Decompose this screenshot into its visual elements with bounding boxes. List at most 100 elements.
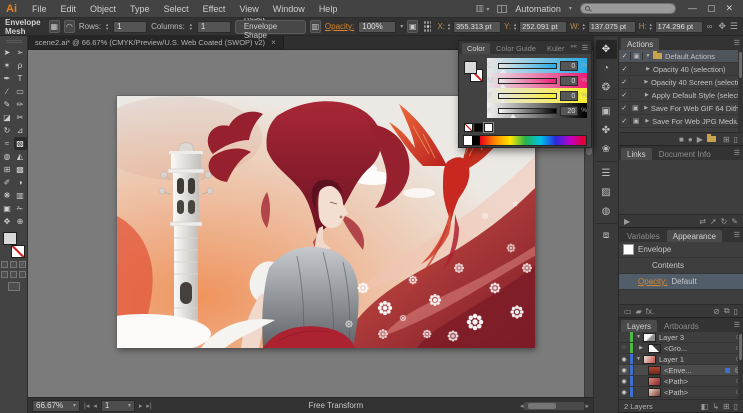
menu-effect[interactable]: Effect (196, 2, 233, 16)
menu-file[interactable]: File (25, 2, 54, 16)
relink-icon[interactable]: ⇄ (699, 217, 706, 226)
layers-scrollbar[interactable] (738, 332, 743, 399)
slider-handle[interactable] (510, 114, 516, 118)
delete-layer-icon[interactable]: ▯ (734, 402, 738, 411)
new-sublayer-icon[interactable]: ↳ (712, 402, 719, 411)
layer-name[interactable]: <Path> (664, 377, 732, 386)
scroll-left-icon[interactable]: ◂ (520, 402, 524, 410)
action-check-toggle[interactable]: ✓ (619, 104, 630, 112)
hand-tool[interactable]: ✥ (1, 215, 14, 228)
action-opacity-40-screen[interactable]: ✓ ▶ Opacity 40 Screen (selection) (619, 76, 743, 89)
tab-actions[interactable]: Actions (621, 38, 659, 50)
actions-menu-icon[interactable]: ☰ (734, 39, 740, 47)
play-action-icon[interactable]: ▶ (697, 135, 703, 144)
line-tool[interactable]: ∕ (1, 85, 14, 98)
edit-original-icon[interactable]: ✎ (731, 217, 738, 226)
visibility-eye-icon[interactable]: ◉ (619, 356, 630, 363)
scroll-right-icon[interactable]: ▸ (585, 402, 589, 410)
control-bar-menu-icon[interactable]: ☰ (730, 21, 738, 32)
color-panel-menu-icon[interactable]: ☰ (582, 44, 588, 52)
artboard-select[interactable]: 1▾ (101, 400, 135, 412)
tab-document-info[interactable]: Document Info (653, 148, 717, 160)
layer-name[interactable]: <Enve... (664, 366, 725, 375)
menu-edit[interactable]: Edit (54, 2, 84, 16)
opacity-link[interactable]: Opacity: (325, 22, 354, 31)
zoom-tool[interactable]: ⊕ (14, 215, 27, 228)
tab-variables[interactable]: Variables (621, 230, 666, 242)
tab-artboards[interactable]: Artboards (658, 320, 705, 332)
constrain-proportions-icon[interactable]: ∞ (707, 22, 713, 31)
action-save-web-jpg[interactable]: ✓ ▣ ▶ Save For Web JPG Medium (619, 115, 743, 128)
appearance-row-envelope[interactable]: Envelope (619, 242, 743, 258)
appearance-row-opacity[interactable]: Opacity: Default (619, 274, 743, 290)
last-artboard-button[interactable]: ▸| (146, 402, 151, 410)
workspace-caret-icon[interactable]: ▾ (569, 5, 572, 12)
search-input[interactable] (593, 4, 671, 13)
collapse-panel-icon[interactable]: «« (570, 44, 577, 50)
new-action-icon[interactable]: ⊞ (723, 135, 730, 144)
layer-expand-icon[interactable]: ▼ (634, 334, 643, 340)
action-expand-icon[interactable]: ▶ (642, 92, 652, 98)
action-expand-icon[interactable]: ▼ (643, 53, 653, 59)
slider-track[interactable] (498, 78, 557, 84)
type-tool[interactable]: T (14, 72, 27, 85)
magic-wand-tool[interactable]: ✶ (1, 59, 14, 72)
field-value[interactable]: 252.091 pt (519, 21, 567, 33)
layer-name[interactable]: Layer 3 (659, 333, 732, 342)
action-check-toggle[interactable]: ✓ (619, 65, 631, 73)
go-to-link-icon[interactable]: ➚ (710, 217, 717, 226)
appearance-menu-icon[interactable]: ☰ (734, 231, 740, 239)
draw-normal-button[interactable] (1, 271, 8, 278)
blend-tool[interactable]: ◑ (14, 176, 27, 189)
action-expand-icon[interactable]: ▶ (642, 79, 651, 85)
delete-item-icon[interactable]: ▯ (734, 307, 738, 316)
rotate-tool[interactable]: ↻ (1, 124, 14, 137)
links-empty-list[interactable] (619, 160, 743, 215)
action-check-toggle[interactable]: ✓ (619, 117, 631, 125)
menu-window[interactable]: Window (266, 2, 312, 16)
canvas-horizontal-scrollbar[interactable]: ◂ ▸ (520, 402, 589, 410)
duplicate-item-icon[interactable]: ⧉ (724, 306, 730, 316)
black-swatch[interactable] (474, 123, 483, 132)
new-effect-icon[interactable]: fx. (646, 307, 654, 316)
slider-handle[interactable] (500, 84, 506, 88)
field-value[interactable]: 355.313 pt (453, 21, 501, 33)
field-stepper[interactable]: ▲▼ (447, 23, 451, 31)
rows-input[interactable] (113, 21, 147, 33)
stroke-icon[interactable]: ☰ (596, 161, 617, 183)
layer-row-layer1[interactable]: ◉ ▼ Layer 1 ○ (619, 354, 743, 365)
none-swatch[interactable] (464, 123, 473, 132)
slider-handle[interactable] (500, 99, 506, 103)
update-link-icon[interactable]: ↻ (721, 217, 728, 226)
eyedropper-tool[interactable]: ✐ (1, 176, 14, 189)
field-value[interactable]: 137.075 pt (588, 21, 636, 33)
layers-menu-icon[interactable]: ☰ (734, 321, 740, 329)
action-apply-default-style[interactable]: ✓ ▶ Apply Default Style (selecti... (619, 89, 743, 102)
rows-stepper[interactable]: ▲▼ (105, 23, 109, 31)
color-fill-swatch[interactable] (464, 61, 477, 74)
close-button[interactable]: ✕ (725, 3, 733, 14)
new-stroke-icon[interactable]: ▭ (624, 307, 632, 316)
slider-track[interactable] (498, 93, 557, 99)
slider-track[interactable] (498, 108, 557, 114)
gradient-icon[interactable]: ▨ (596, 183, 617, 202)
action-expand-icon[interactable]: ▶ (643, 66, 653, 72)
tab-links[interactable]: Links (621, 148, 652, 160)
menu-select[interactable]: Select (157, 2, 196, 16)
first-artboard-button[interactable]: |◂ (84, 402, 89, 410)
screen-mode-button[interactable] (8, 282, 20, 291)
symbol-sprayer-tool[interactable]: ❋ (1, 189, 14, 202)
zoom-level-select[interactable]: 66.67%▾ (32, 400, 80, 412)
slider-handle[interactable] (500, 69, 506, 73)
color-guide-icon[interactable]: ◔ (596, 59, 617, 78)
layer-row-group[interactable]: ◌ ▶ <Gro... ○ (619, 343, 743, 354)
action-opacity-40[interactable]: ✓ ▶ Opacity 40 (selection) (619, 63, 743, 76)
symbol-sprayer-icon[interactable]: ✤ (596, 121, 617, 140)
layer-row-layer3[interactable]: ▼ Layer 3 ○ (619, 332, 743, 343)
layer-row-path1[interactable]: ◉ <Path> ○ (619, 376, 743, 387)
opacity-caret-icon[interactable]: ▾ (400, 23, 403, 30)
channel-value[interactable]: 0 (560, 61, 578, 71)
action-check-toggle[interactable]: ✓ (619, 91, 631, 99)
action-expand-icon[interactable]: ▶ (642, 118, 652, 124)
layer-name[interactable]: Layer 1 (659, 355, 732, 364)
